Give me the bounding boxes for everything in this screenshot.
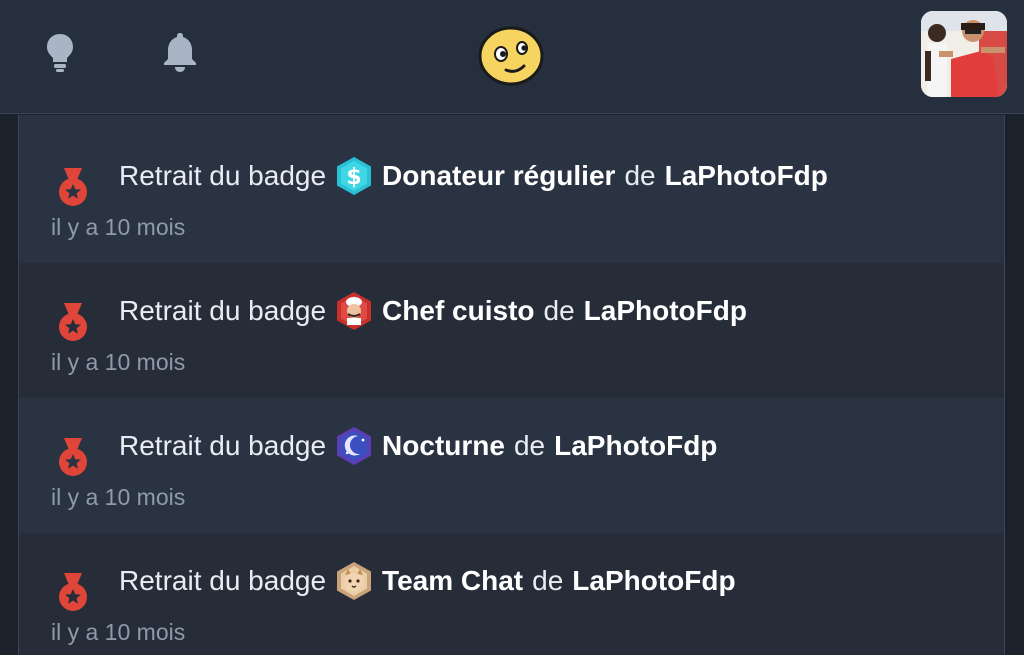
- notification-prefix: Retrait du badge: [119, 295, 327, 326]
- top-bar: [0, 0, 1024, 114]
- notification-item[interactable]: Retrait du badge Chef cuisto de LaPhotoF…: [19, 263, 1004, 398]
- username-link[interactable]: LaPhotoFdp: [665, 160, 828, 192]
- notification-time: il y a 10 mois: [51, 214, 186, 240]
- cat-hexagon-icon: [337, 562, 372, 600]
- lightbulb-icon: [47, 34, 73, 72]
- notifications-button[interactable]: [158, 30, 202, 74]
- dollar-hexagon-icon: $: [337, 157, 372, 195]
- notification-item[interactable]: Retrait du badge $ Donateur régulier de …: [19, 128, 1004, 263]
- chef-hexagon-icon: [337, 292, 372, 330]
- connector-text: de: [532, 565, 564, 596]
- badge-name[interactable]: Chef cuisto: [382, 295, 534, 327]
- avatar-photo-icon: [921, 11, 1007, 97]
- notification-item[interactable]: Retrait du badge Team Chat de LaPhotoFdp…: [19, 533, 1004, 655]
- notification-text: Retrait du badge $ Donateur régulier de …: [119, 156, 828, 196]
- notification-prefix: Retrait du badge: [119, 160, 327, 191]
- smirk-emoji-icon[interactable]: [478, 26, 544, 86]
- connector-text: de: [543, 295, 575, 326]
- notification-prefix: Retrait du badge: [119, 430, 327, 461]
- notification-list: Retrait du badge $ Donateur régulier de …: [18, 115, 1005, 655]
- username-link[interactable]: LaPhotoFdp: [584, 295, 747, 327]
- badge-name[interactable]: Nocturne: [382, 430, 505, 462]
- notification-prefix: Retrait du badge: [119, 565, 327, 596]
- notification-time: il y a 10 mois: [51, 619, 186, 645]
- lightbulb-button[interactable]: [38, 30, 82, 74]
- medal-icon: [59, 168, 87, 206]
- notification-text: Retrait du badge Nocturne de LaPhotoFdp: [119, 426, 717, 466]
- connector-text: de: [624, 160, 656, 191]
- username-link[interactable]: LaPhotoFdp: [572, 565, 735, 597]
- bell-icon: [164, 33, 196, 72]
- user-avatar[interactable]: [921, 11, 1007, 97]
- medal-icon: [59, 438, 87, 476]
- moon-hexagon-icon: [337, 427, 372, 465]
- notification-text: Retrait du badge Chef cuisto de LaPhotoF…: [119, 291, 747, 331]
- notification-time: il y a 10 mois: [51, 349, 186, 375]
- notification-time: il y a 10 mois: [51, 484, 186, 510]
- notification-item[interactable]: Retrait du badge Nocturne de LaPhotoFdp …: [19, 398, 1004, 533]
- connector-text: de: [513, 430, 546, 461]
- medal-icon: [59, 303, 87, 341]
- notification-text: Retrait du badge Team Chat de LaPhotoFdp: [119, 561, 736, 601]
- username-link[interactable]: LaPhotoFdp: [554, 430, 717, 462]
- svg-text:$: $: [346, 165, 361, 190]
- badge-name[interactable]: Donateur régulier: [382, 160, 615, 192]
- medal-icon: [59, 573, 87, 611]
- badge-name[interactable]: Team Chat: [382, 565, 523, 597]
